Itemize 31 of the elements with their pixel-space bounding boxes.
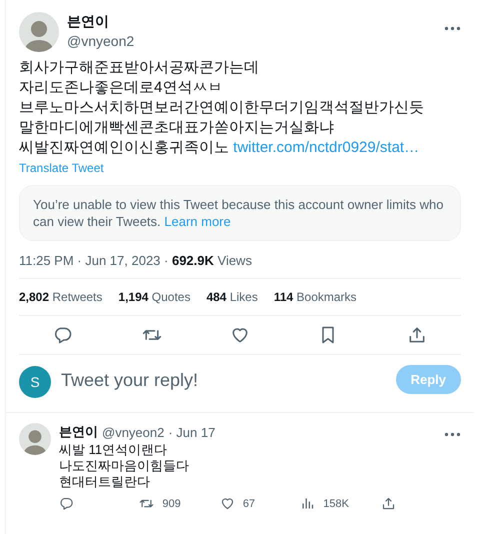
more-icon[interactable]: [444, 432, 461, 436]
notice-text: You’re unable to view this Tweet because this account owner limits who can view their Tweets. Learn more: [19, 185, 461, 241]
share-icon: [380, 496, 396, 511]
stat-count[interactable]: 1,194 Quotes: [118, 290, 190, 304]
reply-button[interactable]: [53, 325, 74, 345]
reply-icon: [59, 496, 74, 511]
share-icon: [406, 325, 427, 345]
user-handle[interactable]: @vnyeon2: [102, 424, 164, 440]
user-avatar: S: [19, 366, 51, 398]
user-handle[interactable]: @vnyeon2: [67, 33, 436, 49]
more-icon[interactable]: [444, 26, 461, 31]
like-button[interactable]: [230, 325, 250, 345]
reply-text: 씨발 11연석이랜다 나도진짜마음이힘들다 현대터트릴란다: [59, 442, 190, 490]
retweet-button[interactable]: 909: [139, 496, 220, 511]
heart-icon: [220, 496, 235, 511]
like-button[interactable]: 67: [220, 496, 300, 511]
avatar-icon: [19, 423, 51, 455]
bar-chart-icon: [300, 496, 316, 511]
post-date[interactable]: · Jun 17: [168, 424, 216, 440]
display-name[interactable]: 븐연이: [67, 13, 436, 31]
avatar-icon: [19, 12, 59, 52]
display-name[interactable]: 븐연이: [59, 423, 98, 441]
tweet-text: 회사가구해준표받아서공짜콘가는데 자리도존나좋은데로4연석ㅆㅂ 브루노마스서치하면보러간연예이한무더기임객석절반가신듯 말한마디에개빡센콘초대표가쏟아지는거실화냐 씨발진짜연예인이신홍귀족이노 twitter.com/nctdr0929/stat…: [19, 58, 425, 158]
stat-count[interactable]: 114 Bookmarks: [274, 290, 357, 304]
reply-icon: [53, 325, 74, 345]
views-button[interactable]: 158K: [300, 496, 381, 511]
share-button[interactable]: [406, 325, 427, 345]
stat-count[interactable]: 484 Likes: [206, 290, 258, 304]
heart-icon: [230, 325, 250, 345]
stat-count[interactable]: 2,802 Retweets: [19, 290, 102, 304]
tweet-meta: 11:25 PM · Jun 17, 2023 · 692.9K Views: [19, 253, 253, 268]
